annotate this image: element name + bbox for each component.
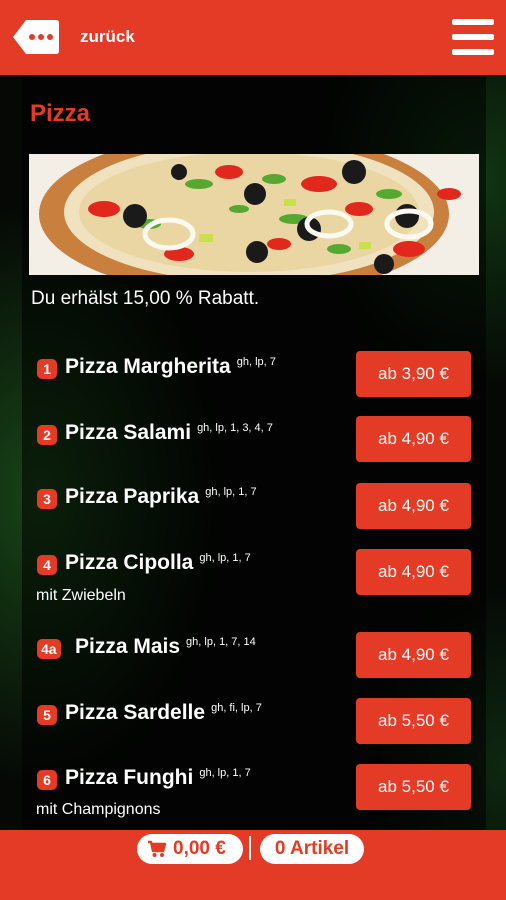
app-header: zurück — [0, 0, 506, 75]
item-allergens: gh, lp, 1, 7 — [205, 486, 257, 498]
footer-separator — [249, 836, 251, 860]
menu-item[interactable]: 1 Pizza Margherita gh, lp, 7 ab 3,90 € — [0, 350, 506, 410]
price-button[interactable]: ab 4,90 € — [356, 483, 471, 529]
back-button[interactable] — [12, 18, 60, 56]
item-number-badge: 4 — [37, 555, 57, 575]
category-image — [29, 154, 479, 275]
item-allergens: gh, lp, 1, 7 — [199, 767, 251, 779]
item-name-text: Pizza Funghi — [65, 766, 194, 789]
item-allergens: gh, fi, lp, 7 — [211, 702, 262, 714]
discount-text: Du erhälst 15,00 % Rabatt. — [31, 288, 260, 309]
item-description: mit Zwiebeln — [36, 587, 126, 604]
item-number-badge: 6 — [37, 770, 57, 790]
cart-footer — [0, 830, 506, 900]
price-button[interactable]: ab 4,90 € — [356, 416, 471, 462]
item-name[interactable]: Pizza Salami gh, lp, 1, 3, 4, 7 — [65, 421, 273, 445]
item-name[interactable]: Pizza Mais gh, lp, 1, 7, 14 — [75, 635, 256, 659]
menu-item[interactable]: 4a Pizza Mais gh, lp, 1, 7, 14 ab 4,90 € — [0, 632, 506, 692]
item-name[interactable]: Pizza Funghi gh, lp, 1, 7 — [65, 766, 251, 790]
cart-item-count[interactable]: 0 Artikel — [260, 834, 364, 864]
menu-item[interactable]: 3 Pizza Paprika gh, lp, 1, 7 ab 4,90 € — [0, 483, 506, 543]
more-dots-tag-icon — [13, 20, 59, 54]
item-number-badge: 5 — [37, 705, 57, 725]
price-button[interactable]: ab 5,50 € — [356, 764, 471, 810]
item-name-text: Pizza Salami — [65, 421, 192, 444]
item-name-text: Pizza Paprika — [65, 485, 200, 508]
price-button[interactable]: ab 4,90 € — [356, 549, 471, 595]
category-title: Pizza — [30, 100, 91, 127]
menu-item[interactable]: 6 Pizza Funghi gh, lp, 1, 7 mit Champigno… — [0, 764, 506, 824]
item-name-text: Pizza Cipolla — [65, 551, 194, 574]
item-number-badge: 1 — [37, 359, 57, 379]
item-name[interactable]: Pizza Paprika gh, lp, 1, 7 — [65, 485, 257, 509]
shopping-cart-icon — [148, 840, 167, 857]
menu-item[interactable]: 4 Pizza Cipolla gh, lp, 1, 7 mit Zwiebeln… — [0, 549, 506, 609]
item-name-text: Pizza Margherita — [65, 355, 231, 378]
menu-item[interactable]: 5 Pizza Sardelle gh, fi, lp, 7 ab 5,50 € — [0, 698, 506, 758]
item-allergens: gh, lp, 1, 7, 14 — [186, 636, 256, 648]
menu-item[interactable]: 2 Pizza Salami gh, lp, 1, 3, 4, 7 ab 4,90… — [0, 416, 506, 476]
item-name-text: Pizza Mais — [75, 635, 181, 658]
item-number-badge: 3 — [37, 489, 57, 509]
item-name[interactable]: Pizza Sardelle gh, fi, lp, 7 — [65, 701, 262, 725]
item-allergens: gh, lp, 1, 3, 4, 7 — [197, 422, 273, 434]
item-number-badge: 4a — [37, 639, 61, 659]
cart-total-button[interactable]: 0,00 € — [137, 834, 243, 864]
hamburger-menu-icon[interactable] — [452, 19, 494, 55]
price-button[interactable]: ab 3,90 € — [356, 351, 471, 397]
back-label[interactable]: zurück — [80, 27, 135, 47]
item-number-badge: 2 — [37, 425, 57, 445]
price-button[interactable]: ab 4,90 € — [356, 632, 471, 678]
item-name-text: Pizza Sardelle — [65, 701, 206, 724]
item-name[interactable]: Pizza Cipolla gh, lp, 1, 7 — [65, 551, 251, 575]
cart-total: 0,00 € — [173, 838, 226, 859]
item-allergens: gh, lp, 7 — [236, 356, 276, 368]
item-name[interactable]: Pizza Margherita gh, lp, 7 — [65, 355, 276, 379]
item-allergens: gh, lp, 1, 7 — [199, 552, 251, 564]
item-description: mit Champignons — [36, 801, 161, 818]
price-button[interactable]: ab 5,50 € — [356, 698, 471, 744]
